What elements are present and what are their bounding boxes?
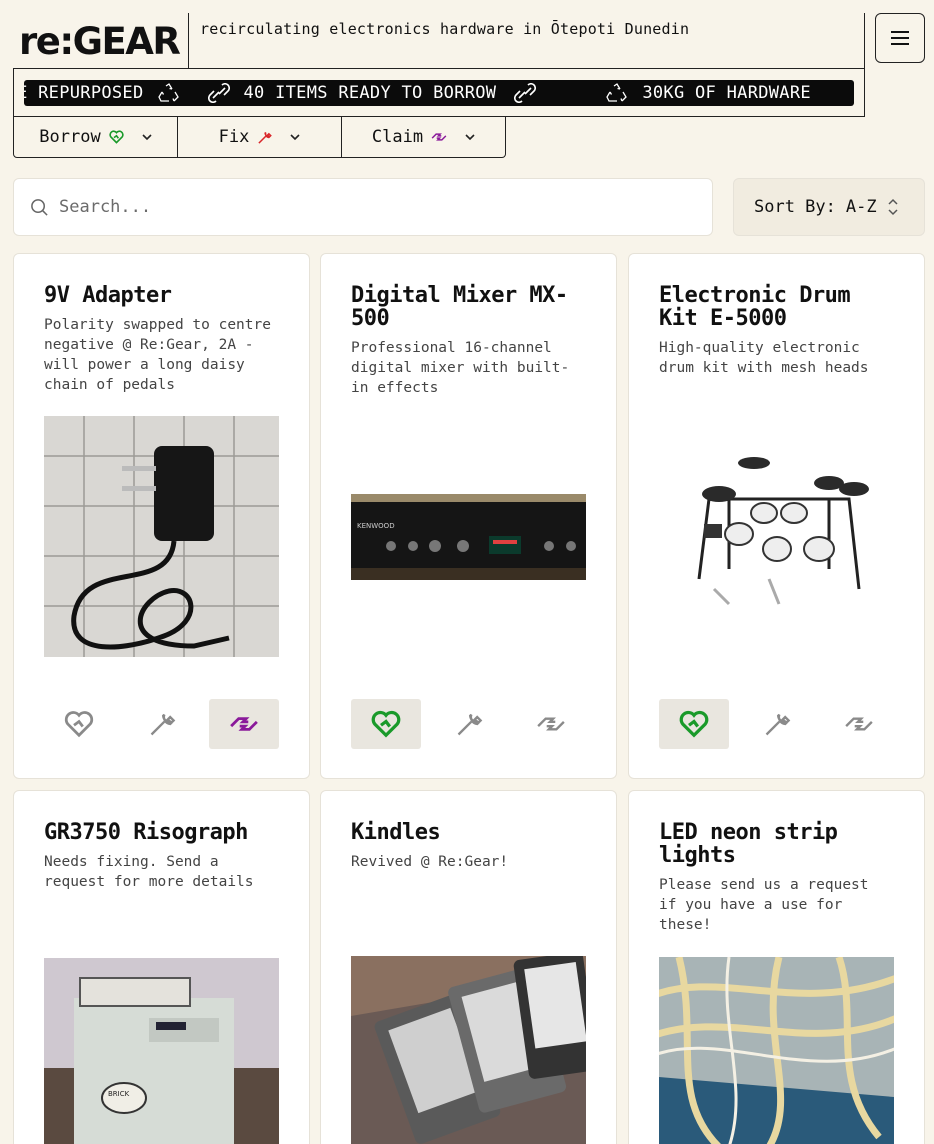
item-title[interactable]: Electronic Drum Kit E-5000 xyxy=(659,284,894,330)
item-description: Please send us a request if you have a u… xyxy=(659,877,869,933)
borrow-button[interactable] xyxy=(351,699,421,749)
stats-ticker: ARE REPURPOSED 40 ITEMS READY TO xyxy=(24,80,854,106)
borrow-dropdown[interactable]: Borrow xyxy=(13,116,178,158)
fix-button[interactable] xyxy=(434,699,504,749)
sort-chevrons-icon xyxy=(888,198,898,216)
item-description: Needs fixing. Send a request for more de… xyxy=(44,854,254,890)
item-title[interactable]: LED neon strip lights xyxy=(659,821,894,867)
led-strip-photo xyxy=(659,957,894,1144)
fix-dropdown[interactable]: Fix xyxy=(178,116,342,158)
search-input[interactable] xyxy=(59,197,659,217)
action-dropdowns: Borrow Fix Claim xyxy=(13,116,506,158)
search-icon xyxy=(31,198,48,216)
recycle-icon xyxy=(606,83,628,103)
wrench-icon xyxy=(150,713,175,736)
sort-label: Sort By: xyxy=(754,197,836,217)
claim-button[interactable] xyxy=(209,699,279,749)
fix-button[interactable] xyxy=(127,699,197,749)
ticker-item: ARE REPURPOSED xyxy=(24,80,244,106)
fix-label: Fix xyxy=(218,127,250,147)
wrench-icon xyxy=(457,713,482,736)
chevron-down-icon xyxy=(465,133,475,141)
heart-icon xyxy=(679,710,709,738)
item-card[interactable]: Electronic Drum Kit E-5000 High-quality … xyxy=(628,253,925,779)
item-card[interactable]: Kindles Revived @ Re:Gear! xyxy=(320,790,617,1144)
power-adapter-photo xyxy=(44,416,279,657)
handshake-icon xyxy=(537,717,565,731)
tagline-container: recirculating electronics hardware in Ōt… xyxy=(188,13,865,69)
handshake-icon xyxy=(230,717,258,731)
borrow-button[interactable] xyxy=(659,699,729,749)
svg-text:BRICK: BRICK xyxy=(108,1090,130,1098)
item-description: Professional 16-channel digital mixer wi… xyxy=(351,340,570,396)
chevron-down-icon xyxy=(290,133,300,141)
menu-button[interactable] xyxy=(875,13,925,63)
handshake-icon xyxy=(845,717,873,731)
recycle-icon xyxy=(157,83,180,103)
audio-mixer-photo: KENWOOD xyxy=(351,494,586,580)
item-description: Revived @ Re:Gear! xyxy=(351,854,509,870)
item-title[interactable]: GR3750 Risograph xyxy=(44,821,279,844)
heart-icon xyxy=(109,130,124,144)
item-card[interactable]: Digital Mixer MX-500 Professional 16-cha… xyxy=(320,253,617,779)
borrow-button[interactable] xyxy=(44,699,114,749)
handshake-icon xyxy=(431,133,447,141)
ticker-item: 40 ITEMS READY TO BORROW xyxy=(244,80,607,106)
fix-button[interactable] xyxy=(742,699,812,749)
claim-dropdown[interactable]: Claim xyxy=(342,116,506,158)
item-actions xyxy=(351,699,586,749)
item-description: High-quality electronic drum kit with me… xyxy=(659,340,869,376)
item-card[interactable]: GR3750 Risograph Needs fixing. Send a re… xyxy=(13,790,310,1144)
tagline: recirculating electronics hardware in Ōt… xyxy=(200,20,690,38)
hamburger-icon xyxy=(891,31,909,45)
ticker-item: 30KG OF HARDWARE xyxy=(606,80,811,106)
link-icon xyxy=(207,83,230,103)
svg-text:KENWOOD: KENWOOD xyxy=(357,522,395,530)
borrow-label: Borrow xyxy=(39,127,101,147)
chevron-down-icon xyxy=(142,133,152,141)
heart-icon xyxy=(64,711,94,738)
sort-select[interactable]: Sort By: A-Z xyxy=(733,178,925,236)
item-title[interactable]: Digital Mixer MX-500 xyxy=(351,284,586,330)
logo[interactable]: re:GEAR xyxy=(19,20,181,63)
logo-container[interactable]: re:GEAR xyxy=(13,13,189,69)
search-bar[interactable] xyxy=(13,178,713,236)
item-title[interactable]: Kindles xyxy=(351,821,586,844)
item-description: Polarity swapped to centre negative @ Re… xyxy=(44,317,271,393)
heart-icon xyxy=(371,710,401,738)
kindles-photo xyxy=(351,956,586,1144)
drum-kit-photo xyxy=(659,439,894,629)
item-title[interactable]: 9V Adapter xyxy=(44,284,279,307)
wrench-icon xyxy=(258,131,273,144)
item-card[interactable]: LED neon strip lights Please send us a r… xyxy=(628,790,925,1144)
claim-label: Claim xyxy=(371,127,424,147)
risograph-photo: BRICK xyxy=(44,958,279,1144)
wrench-icon xyxy=(765,713,790,736)
sort-value: A-Z xyxy=(845,197,877,217)
item-card[interactable]: 9V Adapter Polarity swapped to centre ne… xyxy=(13,253,310,779)
item-actions xyxy=(659,699,894,749)
item-actions xyxy=(44,699,279,749)
claim-button[interactable] xyxy=(824,699,894,749)
claim-button[interactable] xyxy=(516,699,586,749)
link-icon xyxy=(514,83,537,103)
ticker-container: ARE REPURPOSED 40 ITEMS READY TO xyxy=(13,68,865,117)
